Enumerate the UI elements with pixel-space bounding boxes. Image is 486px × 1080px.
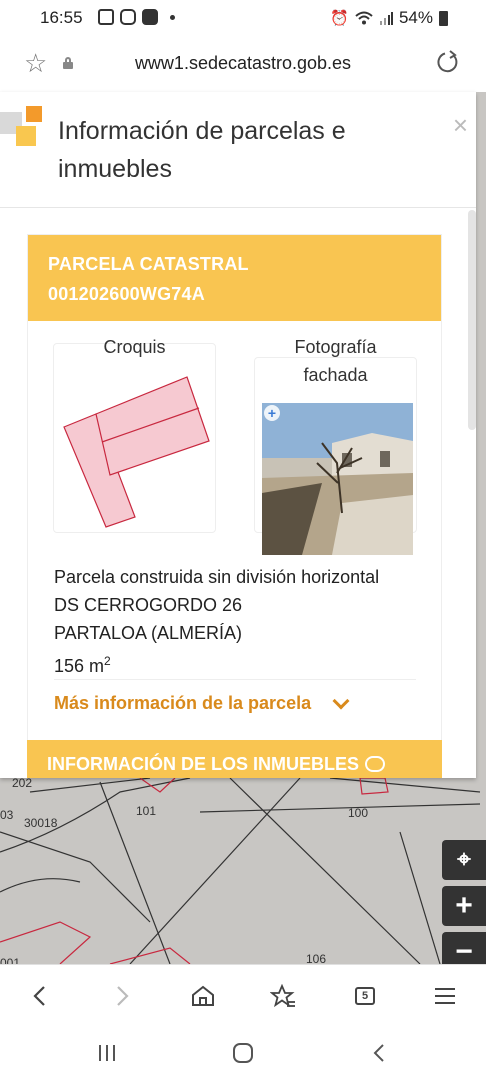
photo-label-line2: fachada: [303, 365, 368, 385]
system-home-button[interactable]: [228, 1038, 258, 1068]
more-info-label: Más información de la parcela: [54, 693, 312, 713]
croquis-label: Croquis: [103, 337, 166, 357]
map-label: 03: [0, 808, 14, 822]
chevron-down-icon: [332, 692, 350, 709]
system-back-icon: [373, 1044, 384, 1062]
notification-app-icon: [98, 9, 114, 25]
status-time: 16:55: [40, 8, 83, 27]
status-bar: 16:55 ⏰ 54%: [0, 0, 486, 36]
map-label: 30018: [24, 816, 58, 830]
zoom-icon[interactable]: +: [264, 405, 280, 421]
inmuebles-heading: INFORMACIÓN DE LOS INMUEBLES: [47, 754, 360, 774]
more-notifications-icon: [170, 14, 175, 20]
notification-icons: [90, 9, 175, 25]
bookmarks-star-icon: [270, 984, 295, 1008]
battery-icon: [439, 10, 448, 26]
system-home-icon: [233, 1043, 253, 1063]
close-icon[interactable]: ×: [453, 112, 468, 138]
url-field[interactable]: www1.sedecatastro.gob.es: [0, 53, 486, 74]
home-button[interactable]: [186, 979, 220, 1013]
map-label: 101: [136, 804, 157, 818]
parcel-card-header: PARCELA CATASTRAL 001202600WG74A: [28, 235, 441, 321]
panel-header: Información de parcelas e inmuebles ×: [0, 92, 476, 208]
map-label: 100: [348, 806, 369, 820]
parcel-info-panel: Información de parcelas e inmuebles × PA…: [0, 92, 476, 778]
forward-button[interactable]: [106, 979, 140, 1013]
catastro-logo-icon: [0, 104, 44, 148]
divider: [54, 679, 416, 680]
map-label: 106: [306, 952, 327, 964]
zoom-out-button[interactable]: −: [442, 932, 486, 964]
panel-scrollbar[interactable]: [468, 210, 476, 430]
system-nav-bar: [0, 1026, 486, 1080]
system-status: ⏰ 54%: [330, 8, 448, 28]
browser-toolbar: 5: [0, 964, 486, 1026]
parcel-area: 156 m2: [54, 654, 111, 676]
back-button[interactable]: [22, 979, 56, 1013]
photo-label-line1: Fotografía: [294, 337, 377, 357]
croquis-sketch[interactable]: [53, 343, 216, 533]
zoom-in-button[interactable]: +: [442, 886, 486, 926]
alarm-icon: ⏰: [330, 10, 349, 27]
system-back-button[interactable]: [364, 1038, 394, 1068]
parcel-municipality: PARTALOA (ALMERÍA): [54, 623, 243, 643]
parcel-details: Parcela construida sin división horizont…: [54, 563, 379, 680]
menu-icon: [435, 988, 455, 1004]
panel-title: Información de parcelas e inmuebles: [58, 117, 346, 183]
address-bar: ☆ www1.sedecatastro.gob.es: [0, 36, 486, 92]
parcel-address: DS CERROGORDO 26: [54, 595, 243, 615]
chevron-left-icon: [33, 986, 45, 1006]
parcel-type: Parcela construida sin división horizont…: [54, 567, 380, 587]
battery-percent: 54%: [398, 8, 433, 27]
parcel-sketch-shape: [63, 376, 210, 528]
more-parcel-info-link[interactable]: Más información de la parcela: [54, 692, 350, 714]
facade-photo[interactable]: [262, 403, 413, 555]
wifi-icon: [355, 11, 373, 25]
locate-button[interactable]: ⌖: [442, 840, 486, 880]
menu-button[interactable]: [428, 979, 462, 1013]
tabs-count: 5: [355, 987, 375, 1005]
instagram-icon: [120, 9, 136, 25]
bookmarks-button[interactable]: [266, 979, 300, 1013]
recent-apps-icon: [99, 1045, 115, 1061]
chevron-right-icon: [117, 986, 129, 1006]
youtube-icon: [142, 9, 158, 25]
home-icon: [192, 985, 214, 1006]
parcel-heading: PARCELA CATASTRAL: [48, 254, 249, 274]
inmuebles-section-header[interactable]: INFORMACIÓN DE LOS INMUEBLES: [27, 740, 442, 778]
reload-icon[interactable]: [436, 50, 460, 74]
recent-apps-button[interactable]: [92, 1038, 122, 1068]
tabs-button[interactable]: 5: [348, 979, 382, 1013]
photo-label: Fotografía fachada: [254, 333, 417, 389]
parcel-card: PARCELA CATASTRAL 001202600WG74A Croquis…: [27, 234, 442, 746]
map-label: 001: [0, 956, 21, 964]
parcel-reference: 001202600WG74A: [48, 284, 205, 304]
map-label: 202: [12, 776, 33, 790]
chat-icon: [365, 756, 386, 772]
signal-icon: [379, 12, 393, 25]
